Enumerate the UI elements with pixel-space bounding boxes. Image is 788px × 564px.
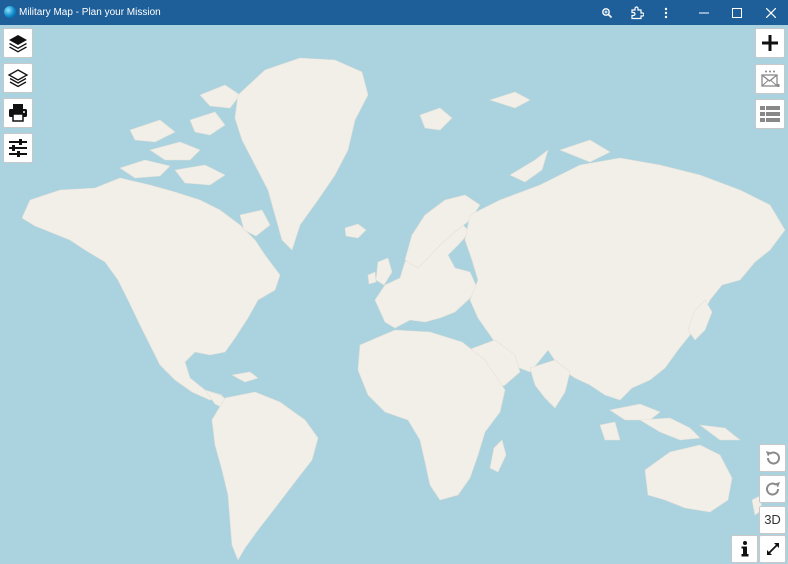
expand-icon	[766, 543, 779, 555]
info-icon	[741, 541, 748, 557]
messages-button[interactable]	[755, 64, 785, 94]
map-land	[21, 57, 786, 561]
list-icon	[760, 106, 780, 122]
app-window: Military Map - Plan your Mission 3D	[0, 0, 788, 564]
zoom-icon[interactable]	[592, 0, 622, 25]
maximize-icon[interactable]	[722, 0, 752, 25]
redo-button[interactable]	[759, 475, 786, 503]
envelope-icon	[761, 70, 780, 87]
minimize-icon[interactable]	[689, 0, 719, 25]
fullscreen-button[interactable]	[759, 535, 786, 563]
world-map[interactable]: 3D	[0, 25, 788, 564]
info-button[interactable]	[731, 535, 758, 563]
add-button[interactable]	[755, 28, 785, 58]
undo-button[interactable]	[759, 444, 786, 472]
undo-icon	[765, 451, 780, 465]
redo-icon	[765, 482, 780, 496]
overlay-layers-button[interactable]	[3, 63, 33, 93]
close-icon[interactable]	[756, 0, 786, 25]
window-title: Military Map - Plan your Mission	[19, 7, 161, 18]
layers-outline-icon	[7, 69, 29, 88]
list-button[interactable]	[755, 99, 785, 129]
layers-filled-icon	[9, 35, 27, 53]
more-vert-icon[interactable]	[651, 0, 681, 25]
settings-button[interactable]	[3, 133, 33, 163]
printer-icon	[9, 104, 27, 122]
extension-icon[interactable]	[622, 0, 652, 25]
print-button[interactable]	[3, 98, 33, 128]
title-bar: Military Map - Plan your Mission	[0, 0, 788, 25]
app-globe-icon	[4, 6, 16, 18]
toggle-3d-button[interactable]: 3D	[759, 506, 786, 534]
sliders-icon	[9, 139, 27, 157]
basemap-layers-button[interactable]	[3, 28, 33, 58]
plus-icon	[762, 35, 778, 51]
